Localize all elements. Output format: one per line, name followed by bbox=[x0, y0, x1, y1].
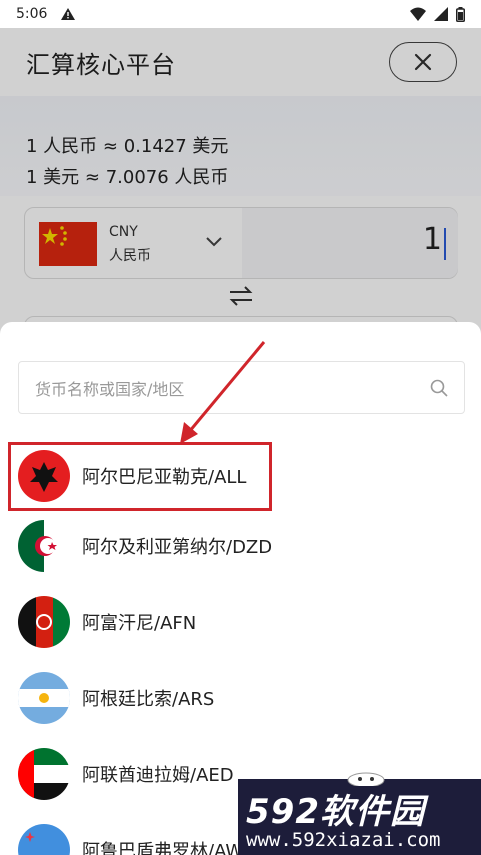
currency-item-label: 阿根廷比索/ARS bbox=[82, 689, 215, 710]
currency-picker-sheet: 货币名称或国家/地区 阿尔巴尼亚勒克/ALL 阿尔及利亚第纳尔/DZD 阿富汗尼… bbox=[0, 322, 481, 855]
argentina-flag-icon bbox=[18, 672, 70, 724]
wifi-icon bbox=[410, 7, 426, 21]
watermark-url: www.592xiazai.com bbox=[246, 829, 441, 851]
battery-icon bbox=[456, 6, 465, 22]
currency-item-label: 阿联酋迪拉姆/AED bbox=[82, 765, 234, 786]
currency-item-label: 阿富汗尼/AFN bbox=[82, 613, 197, 634]
currency-item-dzd[interactable]: 阿尔及利亚第纳尔/DZD bbox=[0, 508, 481, 584]
currency-item-afn[interactable]: 阿富汗尼/AFN bbox=[0, 584, 481, 660]
afghanistan-flag-icon bbox=[18, 596, 70, 648]
signal-icon bbox=[434, 7, 448, 21]
uae-flag-icon bbox=[18, 748, 70, 800]
highlight-box bbox=[8, 442, 272, 511]
currency-item-ars[interactable]: 阿根廷比索/ARS bbox=[0, 660, 481, 736]
search-icon[interactable] bbox=[430, 379, 448, 397]
status-bar: 5:06 bbox=[0, 0, 481, 28]
currency-item-label: 阿尔及利亚第纳尔/DZD bbox=[82, 537, 273, 558]
currency-item-label: 阿鲁巴盾弗罗林/AWG bbox=[82, 841, 258, 855]
arrow-annotation-icon bbox=[180, 341, 266, 444]
aruba-flag-icon bbox=[18, 824, 70, 855]
status-time: 5:06 bbox=[16, 6, 48, 22]
algeria-flag-icon bbox=[18, 520, 70, 572]
watermark-brand: 592软件园 bbox=[246, 792, 425, 832]
warning-icon bbox=[61, 8, 76, 20]
